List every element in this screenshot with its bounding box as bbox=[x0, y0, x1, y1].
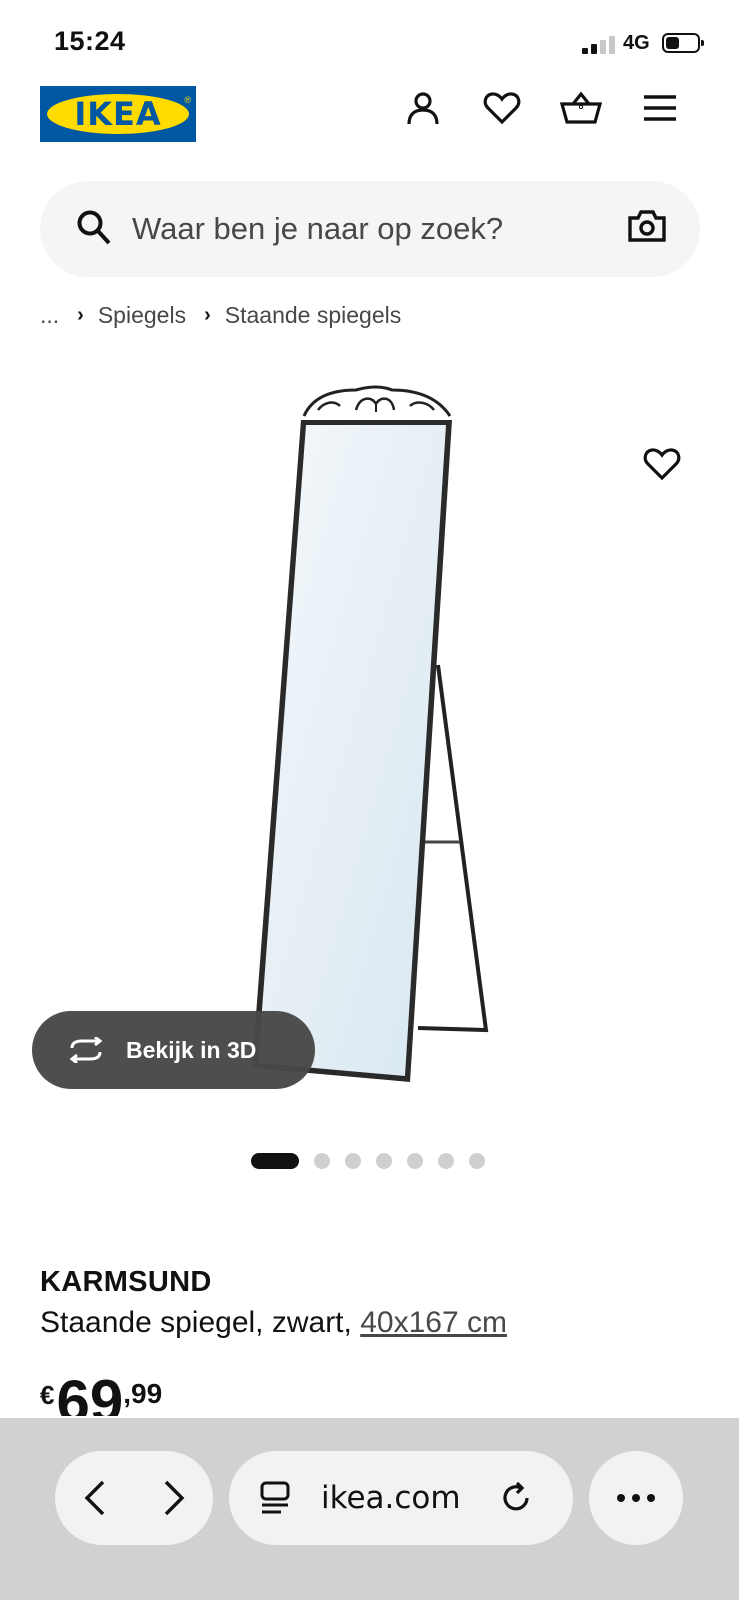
carousel-dot[interactable] bbox=[314, 1153, 330, 1169]
url-text[interactable]: ikea.com bbox=[321, 1480, 461, 1516]
search-icon[interactable] bbox=[76, 209, 112, 252]
menu-icon[interactable] bbox=[638, 86, 682, 130]
more-options-button[interactable] bbox=[589, 1451, 683, 1545]
breadcrumb: ... › Spiegels › Staande spiegels bbox=[40, 302, 401, 329]
carousel-dot[interactable] bbox=[407, 1153, 423, 1169]
view-in-3d-label: Bekijk in 3D bbox=[126, 1036, 257, 1063]
product-type: Staande spiegel, zwart, bbox=[40, 1306, 352, 1339]
ikea-logo[interactable]: IKEA ® bbox=[40, 86, 196, 142]
address-bar[interactable]: ikea.com bbox=[229, 1451, 573, 1545]
price-currency: € bbox=[40, 1380, 55, 1410]
chevron-right-icon: › bbox=[204, 304, 211, 326]
view-in-3d-button[interactable]: Bekijk in 3D bbox=[32, 1011, 315, 1089]
carousel-dot[interactable] bbox=[345, 1153, 361, 1169]
product-description: Staande spiegel, zwart, 40x167 cm bbox=[40, 1306, 507, 1340]
forward-icon[interactable] bbox=[162, 1479, 186, 1517]
price-decimals: ,99 bbox=[123, 1378, 163, 1409]
user-icon[interactable] bbox=[401, 86, 445, 130]
more-icon bbox=[616, 1493, 656, 1503]
battery-icon bbox=[662, 33, 704, 53]
rotate-3d-icon bbox=[66, 1037, 106, 1063]
save-to-favourites-icon[interactable] bbox=[640, 442, 684, 486]
search-input[interactable] bbox=[132, 205, 602, 253]
camera-icon[interactable] bbox=[628, 209, 666, 248]
chevron-right-icon: › bbox=[77, 304, 84, 326]
carousel-dot[interactable] bbox=[251, 1153, 299, 1169]
status-time: 15:24 bbox=[54, 26, 126, 56]
network-type: 4G bbox=[623, 32, 650, 54]
tabs-icon[interactable] bbox=[259, 1481, 291, 1515]
breadcrumb-ellipsis[interactable]: ... bbox=[40, 302, 59, 329]
breadcrumb-item-staande-spiegels[interactable]: Staande spiegels bbox=[225, 302, 401, 329]
product-name: KARMSUND bbox=[40, 1266, 212, 1298]
reload-icon[interactable] bbox=[499, 1481, 533, 1515]
search-bar[interactable] bbox=[40, 181, 700, 277]
carousel-dot[interactable] bbox=[376, 1153, 392, 1169]
product-price: € 69 ,99 bbox=[40, 1372, 162, 1416]
logo-text: IKEA bbox=[74, 95, 162, 133]
back-icon[interactable] bbox=[83, 1479, 107, 1517]
product-size-link[interactable]: 40x167 cm bbox=[360, 1306, 507, 1339]
signal-strength-icon bbox=[582, 34, 618, 54]
basket-icon[interactable] bbox=[559, 86, 603, 130]
carousel-dot[interactable] bbox=[438, 1153, 454, 1169]
image-carousel-indicator bbox=[251, 1153, 485, 1169]
browser-nav-group bbox=[55, 1451, 213, 1545]
carousel-dot[interactable] bbox=[469, 1153, 485, 1169]
heart-icon[interactable] bbox=[480, 86, 524, 130]
breadcrumb-item-spiegels[interactable]: Spiegels bbox=[98, 302, 186, 329]
price-integer: 69 bbox=[56, 1372, 124, 1416]
